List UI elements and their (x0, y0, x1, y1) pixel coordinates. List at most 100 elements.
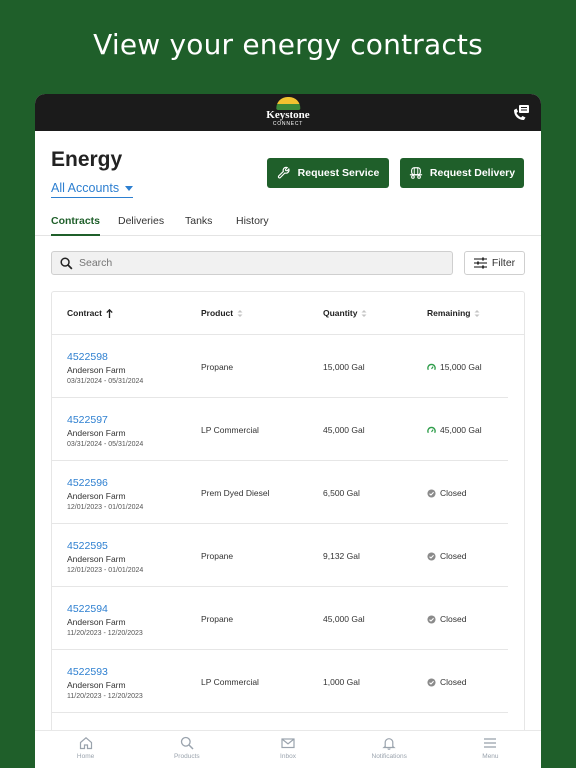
request-service-button[interactable]: Request Service (267, 158, 389, 188)
remaining-value: 45,000 Gal (440, 425, 482, 435)
table-row[interactable]: 4522594 Anderson Farm 11/20/2023 - 12/20/2… (52, 587, 508, 650)
table-row[interactable]: 4522597 Anderson Farm 03/31/2024 - 05/31/2… (52, 398, 508, 461)
account-name: Anderson Farm (67, 365, 126, 375)
remaining-value: 15,000 Gal (440, 362, 482, 372)
nav-inbox[interactable]: Inbox (237, 731, 338, 768)
brand-logo[interactable]: Keystone CONNECT (266, 97, 310, 127)
contract-dates: 11/20/2023 - 12/20/2023 (67, 693, 143, 700)
table-header: Contract Product Quantity Remaining (52, 292, 524, 335)
table-body: 4522598 Anderson Farm 03/31/2024 - 05/31/2… (52, 335, 524, 713)
check-circle-icon (427, 488, 436, 498)
arrow-up-icon (106, 308, 113, 318)
remaining-value: Closed (440, 614, 467, 624)
quantity-cell: 45,000 Gal (323, 425, 365, 435)
account-name: Anderson Farm (67, 491, 126, 501)
header-product[interactable]: Product (201, 308, 243, 318)
gauge-icon (427, 426, 436, 433)
chevron-down-icon (125, 185, 134, 191)
search-input[interactable] (79, 257, 379, 269)
nav-menu[interactable]: Menu (440, 731, 541, 768)
contract-number-link[interactable]: 4522595 (67, 540, 108, 552)
remaining-value: Closed (440, 488, 467, 498)
phone-menu-icon[interactable] (511, 103, 531, 123)
product-cell: LP Commercial (201, 425, 259, 435)
header-remaining-label: Remaining (427, 308, 471, 318)
remaining-cell: 15,000 Gal (427, 362, 482, 372)
check-circle-icon (427, 677, 436, 687)
contract-number-link[interactable]: 4522594 (67, 603, 108, 615)
header-remaining[interactable]: Remaining (427, 308, 480, 318)
contract-number-link[interactable]: 4522598 (67, 351, 108, 363)
remaining-value: Closed (440, 677, 467, 687)
nav-home[interactable]: Home (35, 731, 136, 768)
tab-history[interactable]: History (236, 215, 269, 236)
table-row[interactable]: 4522596 Anderson Farm 12/01/2023 - 01/01/2… (52, 461, 508, 524)
top-bar: Keystone CONNECT (35, 94, 541, 131)
nav-products-label: Products (173, 753, 200, 760)
header-quantity-label: Quantity (323, 308, 358, 318)
page-title: Energy (51, 148, 123, 171)
account-selector[interactable]: All Accounts (51, 181, 134, 198)
remaining-cell: 45,000 Gal (427, 425, 482, 435)
sort-icon (361, 309, 367, 317)
quantity-cell: 45,000 Gal (323, 614, 365, 624)
filter-button[interactable]: Filter (464, 251, 525, 275)
remaining-cell: Closed (427, 551, 466, 561)
tab-deliveries[interactable]: Deliveries (118, 215, 164, 236)
product-cell: Propane (201, 551, 234, 561)
account-selector-label: All Accounts (51, 181, 120, 195)
contract-number-link[interactable]: 4522596 (67, 477, 108, 489)
table-row[interactable]: 4522593 Anderson Farm 11/20/2023 - 12/20/2… (52, 650, 508, 713)
gauge-icon (427, 363, 436, 370)
quantity-cell: 6,500 Gal (323, 488, 360, 498)
contract-dates: 12/01/2023 - 01/01/2024 (67, 567, 144, 574)
table-row[interactable]: 4522598 Anderson Farm 03/31/2024 - 05/31/2… (52, 335, 508, 398)
account-name: Anderson Farm (67, 554, 126, 564)
wrench-icon (277, 166, 290, 179)
remaining-cell: Closed (427, 488, 466, 498)
contract-number-link[interactable]: 4522593 (67, 666, 108, 678)
product-cell: Propane (201, 614, 234, 624)
product-cell: Propane (201, 362, 234, 372)
table-row[interactable]: 4522595 Anderson Farm 12/01/2023 - 01/01/2… (52, 524, 508, 587)
menu-icon (484, 738, 497, 748)
nav-home-label: Home (76, 753, 95, 760)
mail-icon (281, 738, 295, 749)
sliders-icon (473, 257, 487, 269)
quantity-cell: 1,000 Gal (323, 677, 360, 687)
contract-dates: 03/31/2024 - 05/31/2024 (67, 378, 144, 385)
search-bar[interactable] (51, 251, 453, 275)
quantity-cell: 9,132 Gal (323, 551, 360, 561)
account-name: Anderson Farm (67, 680, 126, 690)
request-delivery-button[interactable]: Request Delivery (400, 158, 524, 188)
contract-dates: 11/20/2023 - 12/20/2023 (67, 630, 143, 637)
header-contract[interactable]: Contract (67, 308, 113, 318)
app-window: Keystone CONNECT Energy All Accounts Req… (35, 94, 541, 768)
contract-number-link[interactable]: 4522597 (67, 414, 108, 426)
tab-bar: Contracts Deliveries Tanks History (35, 212, 541, 236)
sort-icon (237, 309, 243, 317)
delivery-truck-icon (409, 167, 423, 179)
header-quantity[interactable]: Quantity (323, 308, 367, 318)
contract-dates: 03/31/2024 - 05/31/2024 (67, 441, 144, 448)
tab-tanks[interactable]: Tanks (185, 215, 212, 236)
request-service-label: Request Service (297, 167, 380, 179)
tab-contracts[interactable]: Contracts (51, 215, 101, 236)
sort-icon (474, 309, 480, 317)
header-product-label: Product (201, 308, 234, 318)
home-icon (79, 737, 92, 750)
account-name: Anderson Farm (67, 617, 126, 627)
nav-products[interactable]: Products (136, 731, 237, 768)
filter-label: Filter (491, 257, 516, 269)
nav-notifications-label: Notifications (371, 753, 407, 760)
contracts-table: Contract Product Quantity Remaining 4522… (51, 291, 525, 751)
brand-name: Keystone (266, 109, 310, 121)
bottom-nav: Home Products Inbox Notifications Menu (35, 730, 541, 768)
account-name: Anderson Farm (67, 428, 126, 438)
check-circle-icon (427, 614, 436, 624)
nav-notifications[interactable]: Notifications (339, 731, 440, 768)
bell-icon (382, 738, 396, 750)
search-icon (60, 256, 73, 269)
quantity-cell: 15,000 Gal (323, 362, 365, 372)
product-cell: LP Commercial (201, 677, 259, 687)
